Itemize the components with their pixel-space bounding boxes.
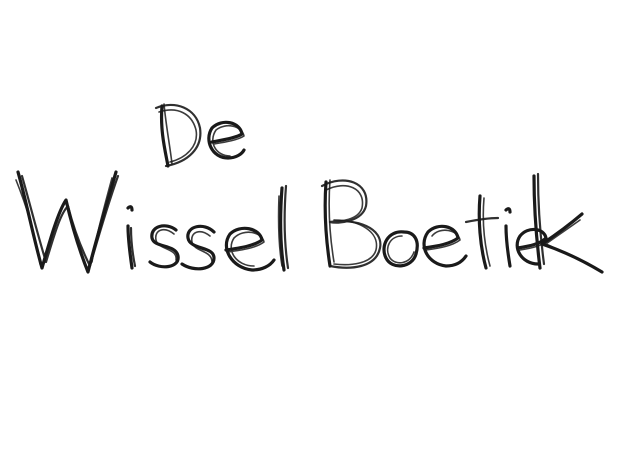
logo-word-de <box>154 103 246 168</box>
logo-canvas <box>0 0 619 465</box>
logo-word-wisselboetiek <box>15 170 604 274</box>
wisselboetiek-logo <box>15 103 604 274</box>
